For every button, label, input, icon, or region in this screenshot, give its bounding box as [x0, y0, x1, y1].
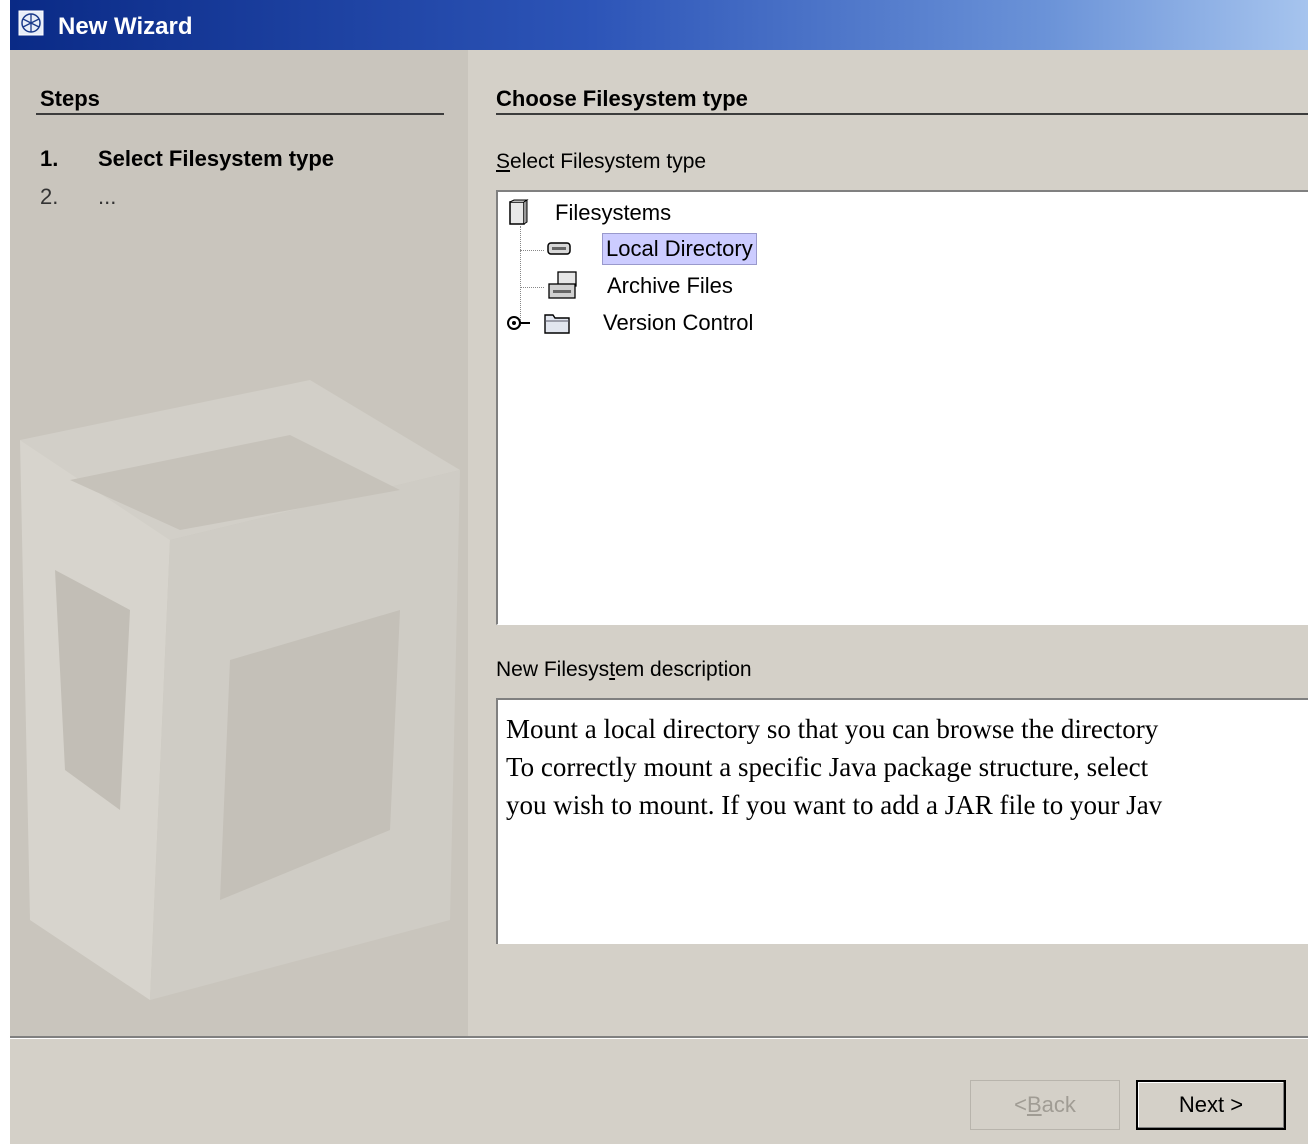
back-button-text: ack	[1041, 1092, 1076, 1117]
tree-connector	[520, 250, 544, 251]
tree-node-archive-files[interactable]: Archive Files	[546, 269, 736, 303]
next-button[interactable]: Next >	[1136, 1080, 1286, 1130]
back-button-mnemonic: B	[1026, 1092, 1042, 1117]
tree-label-text: elect Filesystem type	[510, 150, 707, 173]
steps-divider	[36, 113, 444, 115]
back-button-text: <	[1014, 1092, 1027, 1117]
step-2-label: ...	[98, 184, 117, 209]
tree-label: Select Filesystem type	[496, 150, 706, 174]
tree-node-local-directory[interactable]: Local Directory	[546, 232, 757, 266]
button-bar-divider	[10, 1036, 1308, 1039]
wizard-window: New Wizard Steps 1. Select Filesystem ty…	[10, 0, 1308, 1144]
section-divider	[496, 113, 1308, 115]
steps-heading: Steps	[40, 86, 100, 111]
window-title: New Wizard	[58, 13, 193, 40]
content-panel: Choose Filesystem type Select Filesystem…	[468, 50, 1308, 1036]
steps-panel: Steps 1. Select Filesystem type 2. ...	[10, 50, 468, 1036]
tree-node-label: Local Directory	[602, 233, 757, 265]
drive-icon	[547, 242, 571, 255]
description-text: Mount a local directory so that you can …	[506, 714, 1163, 820]
section-heading: Choose Filesystem type	[496, 86, 748, 111]
description-label-text: New Filesys	[496, 658, 610, 681]
step-1-label: Select Filesystem type	[98, 146, 335, 171]
tree-connector	[520, 287, 544, 288]
description-label-text: em description	[615, 658, 752, 681]
filesystem-tree[interactable]: Filesystems Local Directory Archive File…	[496, 190, 1308, 625]
tree-node-filesystems[interactable]: Filesystems	[504, 196, 674, 230]
tree-node-label: Archive Files	[607, 273, 733, 298]
filesystems-root-icon	[509, 199, 529, 225]
back-button[interactable]: < Back	[970, 1080, 1120, 1130]
title-bar[interactable]: New Wizard	[10, 0, 1308, 50]
description-area[interactable]: Mount a local directory so that you can …	[496, 698, 1308, 944]
tree-node-label: Filesystems	[555, 200, 672, 225]
description-label: New Filesystem description	[496, 658, 752, 682]
step-2-number: 2.	[40, 184, 59, 209]
netbeans-logo-icon	[18, 10, 44, 36]
tree-node-label: Version Control	[603, 310, 754, 335]
archive-icon	[548, 271, 577, 299]
next-button-label: Next >	[1178, 1092, 1244, 1117]
tree-node-version-control[interactable]: Version Control	[506, 306, 756, 340]
expand-handle-icon[interactable]	[506, 313, 536, 333]
cube-watermark	[20, 380, 460, 1000]
folder-icon	[544, 314, 570, 334]
tree-label-mnemonic: S	[496, 150, 511, 173]
step-1-number: 1.	[40, 146, 59, 171]
